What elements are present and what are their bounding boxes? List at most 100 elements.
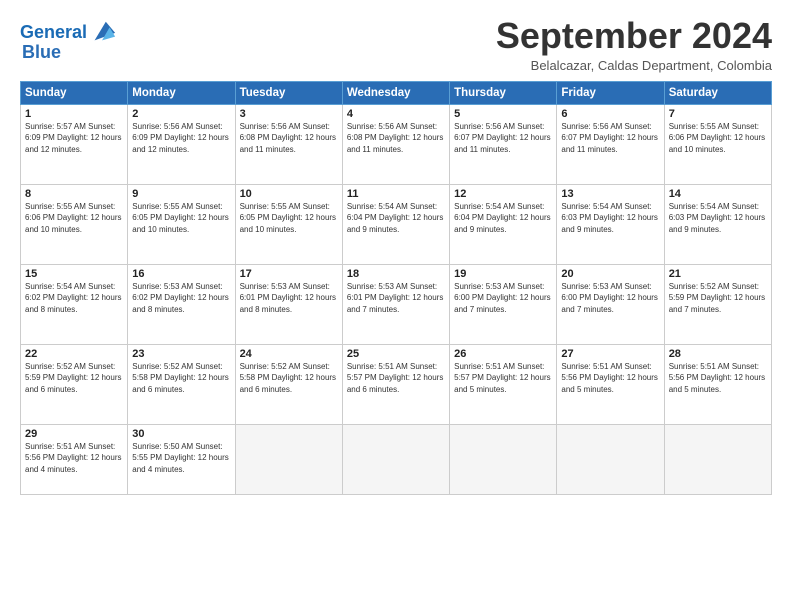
day-number: 24: [240, 348, 338, 360]
weekday-header-thursday: Thursday: [450, 81, 557, 104]
day-number: 11: [347, 188, 445, 200]
day-info: Sunrise: 5:56 AM Sunset: 6:08 PM Dayligh…: [347, 121, 445, 156]
day-info: Sunrise: 5:54 AM Sunset: 6:03 PM Dayligh…: [669, 201, 767, 236]
day-cell: 10Sunrise: 5:55 AM Sunset: 6:05 PM Dayli…: [235, 184, 342, 264]
day-cell: 6Sunrise: 5:56 AM Sunset: 6:07 PM Daylig…: [557, 104, 664, 184]
day-info: Sunrise: 5:52 AM Sunset: 5:59 PM Dayligh…: [25, 361, 123, 396]
day-cell: 19Sunrise: 5:53 AM Sunset: 6:00 PM Dayli…: [450, 264, 557, 344]
calendar-page: General Blue September 2024 Belalcazar, …: [0, 0, 792, 612]
calendar-table: SundayMondayTuesdayWednesdayThursdayFrid…: [20, 81, 772, 495]
day-number: 16: [132, 268, 230, 280]
weekday-header-sunday: Sunday: [21, 81, 128, 104]
day-number: 14: [669, 188, 767, 200]
day-cell: [342, 424, 449, 494]
day-info: Sunrise: 5:56 AM Sunset: 6:08 PM Dayligh…: [240, 121, 338, 156]
day-info: Sunrise: 5:51 AM Sunset: 5:56 PM Dayligh…: [561, 361, 659, 396]
title-block: September 2024 Belalcazar, Caldas Depart…: [496, 16, 772, 73]
day-number: 19: [454, 268, 552, 280]
day-number: 28: [669, 348, 767, 360]
day-info: Sunrise: 5:54 AM Sunset: 6:04 PM Dayligh…: [454, 201, 552, 236]
day-cell: 18Sunrise: 5:53 AM Sunset: 6:01 PM Dayli…: [342, 264, 449, 344]
day-number: 5: [454, 108, 552, 120]
day-number: 4: [347, 108, 445, 120]
day-info: Sunrise: 5:53 AM Sunset: 6:02 PM Dayligh…: [132, 281, 230, 316]
day-cell: 24Sunrise: 5:52 AM Sunset: 5:58 PM Dayli…: [235, 344, 342, 424]
day-info: Sunrise: 5:51 AM Sunset: 5:57 PM Dayligh…: [347, 361, 445, 396]
day-number: 25: [347, 348, 445, 360]
day-number: 18: [347, 268, 445, 280]
day-info: Sunrise: 5:54 AM Sunset: 6:04 PM Dayligh…: [347, 201, 445, 236]
day-cell: 30Sunrise: 5:50 AM Sunset: 5:55 PM Dayli…: [128, 424, 235, 494]
day-info: Sunrise: 5:55 AM Sunset: 6:06 PM Dayligh…: [669, 121, 767, 156]
day-number: 17: [240, 268, 338, 280]
day-info: Sunrise: 5:51 AM Sunset: 5:57 PM Dayligh…: [454, 361, 552, 396]
weekday-header-row: SundayMondayTuesdayWednesdayThursdayFrid…: [21, 81, 772, 104]
day-number: 13: [561, 188, 659, 200]
day-cell: 26Sunrise: 5:51 AM Sunset: 5:57 PM Dayli…: [450, 344, 557, 424]
day-cell: [557, 424, 664, 494]
day-info: Sunrise: 5:56 AM Sunset: 6:09 PM Dayligh…: [132, 121, 230, 156]
day-info: Sunrise: 5:51 AM Sunset: 5:56 PM Dayligh…: [669, 361, 767, 396]
day-info: Sunrise: 5:57 AM Sunset: 6:09 PM Dayligh…: [25, 121, 123, 156]
day-cell: 2Sunrise: 5:56 AM Sunset: 6:09 PM Daylig…: [128, 104, 235, 184]
day-number: 2: [132, 108, 230, 120]
location-subtitle: Belalcazar, Caldas Department, Colombia: [496, 58, 772, 73]
logo: General Blue: [20, 20, 117, 63]
day-info: Sunrise: 5:53 AM Sunset: 6:01 PM Dayligh…: [240, 281, 338, 316]
day-cell: 11Sunrise: 5:54 AM Sunset: 6:04 PM Dayli…: [342, 184, 449, 264]
day-info: Sunrise: 5:55 AM Sunset: 6:05 PM Dayligh…: [132, 201, 230, 236]
day-info: Sunrise: 5:55 AM Sunset: 6:06 PM Dayligh…: [25, 201, 123, 236]
day-cell: 1Sunrise: 5:57 AM Sunset: 6:09 PM Daylig…: [21, 104, 128, 184]
weekday-header-monday: Monday: [128, 81, 235, 104]
header: General Blue September 2024 Belalcazar, …: [20, 16, 772, 73]
weekday-header-saturday: Saturday: [664, 81, 771, 104]
day-info: Sunrise: 5:56 AM Sunset: 6:07 PM Dayligh…: [561, 121, 659, 156]
day-info: Sunrise: 5:53 AM Sunset: 6:00 PM Dayligh…: [561, 281, 659, 316]
day-number: 29: [25, 428, 123, 440]
weekday-header-tuesday: Tuesday: [235, 81, 342, 104]
day-number: 6: [561, 108, 659, 120]
day-cell: 27Sunrise: 5:51 AM Sunset: 5:56 PM Dayli…: [557, 344, 664, 424]
day-info: Sunrise: 5:54 AM Sunset: 6:02 PM Dayligh…: [25, 281, 123, 316]
day-cell: 5Sunrise: 5:56 AM Sunset: 6:07 PM Daylig…: [450, 104, 557, 184]
day-cell: 17Sunrise: 5:53 AM Sunset: 6:01 PM Dayli…: [235, 264, 342, 344]
day-number: 9: [132, 188, 230, 200]
logo-icon: [89, 18, 117, 46]
day-info: Sunrise: 5:51 AM Sunset: 5:56 PM Dayligh…: [25, 441, 123, 476]
day-cell: 4Sunrise: 5:56 AM Sunset: 6:08 PM Daylig…: [342, 104, 449, 184]
day-number: 22: [25, 348, 123, 360]
day-info: Sunrise: 5:52 AM Sunset: 5:58 PM Dayligh…: [132, 361, 230, 396]
week-row-1: 1Sunrise: 5:57 AM Sunset: 6:09 PM Daylig…: [21, 104, 772, 184]
day-cell: 21Sunrise: 5:52 AM Sunset: 5:59 PM Dayli…: [664, 264, 771, 344]
day-number: 3: [240, 108, 338, 120]
day-number: 8: [25, 188, 123, 200]
day-number: 7: [669, 108, 767, 120]
day-cell: 25Sunrise: 5:51 AM Sunset: 5:57 PM Dayli…: [342, 344, 449, 424]
day-cell: 20Sunrise: 5:53 AM Sunset: 6:00 PM Dayli…: [557, 264, 664, 344]
day-cell: 3Sunrise: 5:56 AM Sunset: 6:08 PM Daylig…: [235, 104, 342, 184]
day-number: 23: [132, 348, 230, 360]
day-info: Sunrise: 5:52 AM Sunset: 5:59 PM Dayligh…: [669, 281, 767, 316]
week-row-4: 22Sunrise: 5:52 AM Sunset: 5:59 PM Dayli…: [21, 344, 772, 424]
day-info: Sunrise: 5:56 AM Sunset: 6:07 PM Dayligh…: [454, 121, 552, 156]
logo-text: General: [20, 23, 87, 43]
day-cell: [664, 424, 771, 494]
day-info: Sunrise: 5:54 AM Sunset: 6:03 PM Dayligh…: [561, 201, 659, 236]
day-cell: 7Sunrise: 5:55 AM Sunset: 6:06 PM Daylig…: [664, 104, 771, 184]
day-number: 12: [454, 188, 552, 200]
day-info: Sunrise: 5:53 AM Sunset: 6:01 PM Dayligh…: [347, 281, 445, 316]
day-cell: 14Sunrise: 5:54 AM Sunset: 6:03 PM Dayli…: [664, 184, 771, 264]
day-number: 10: [240, 188, 338, 200]
day-number: 20: [561, 268, 659, 280]
day-number: 26: [454, 348, 552, 360]
week-row-2: 8Sunrise: 5:55 AM Sunset: 6:06 PM Daylig…: [21, 184, 772, 264]
day-number: 21: [669, 268, 767, 280]
day-info: Sunrise: 5:52 AM Sunset: 5:58 PM Dayligh…: [240, 361, 338, 396]
day-cell: 28Sunrise: 5:51 AM Sunset: 5:56 PM Dayli…: [664, 344, 771, 424]
week-row-5: 29Sunrise: 5:51 AM Sunset: 5:56 PM Dayli…: [21, 424, 772, 494]
week-row-3: 15Sunrise: 5:54 AM Sunset: 6:02 PM Dayli…: [21, 264, 772, 344]
day-number: 27: [561, 348, 659, 360]
day-info: Sunrise: 5:55 AM Sunset: 6:05 PM Dayligh…: [240, 201, 338, 236]
day-cell: 22Sunrise: 5:52 AM Sunset: 5:59 PM Dayli…: [21, 344, 128, 424]
weekday-header-friday: Friday: [557, 81, 664, 104]
